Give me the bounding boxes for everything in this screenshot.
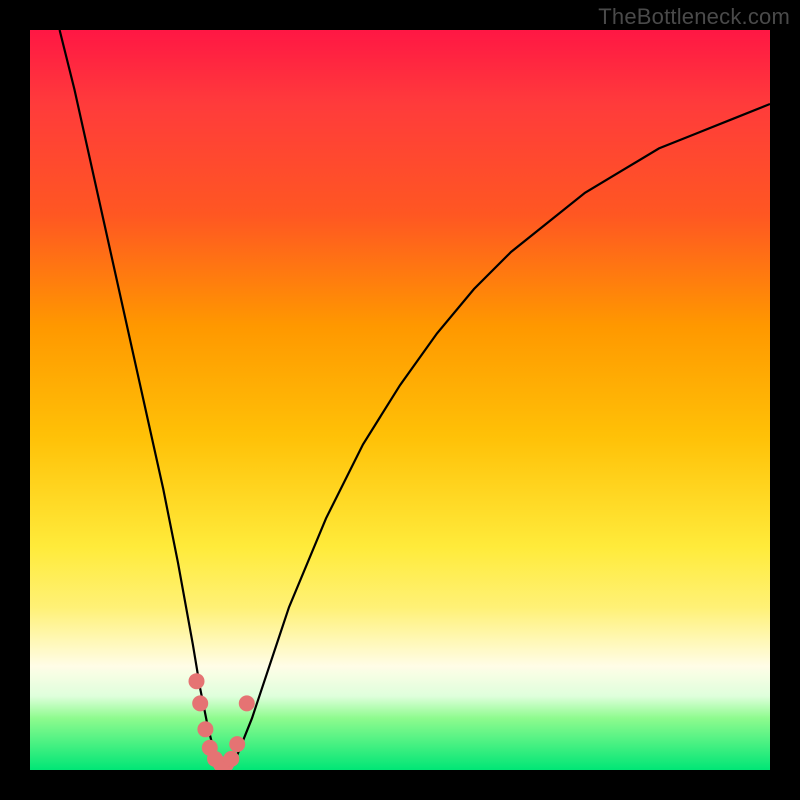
highlight-dot: [202, 740, 218, 756]
highlight-dot: [218, 756, 234, 770]
highlight-dot: [189, 673, 205, 689]
highlight-dot: [207, 751, 223, 767]
highlight-dot: [229, 736, 245, 752]
bottleneck-curve: [60, 30, 770, 770]
highlight-dot: [213, 756, 229, 770]
highlight-dot: [192, 695, 208, 711]
highlight-dot: [239, 695, 255, 711]
plot-area: [30, 30, 770, 770]
watermark-text: TheBottleneck.com: [598, 4, 790, 30]
highlight-dots: [189, 673, 255, 770]
curve-path: [60, 30, 770, 770]
highlight-dot: [197, 721, 213, 737]
chart-svg: [30, 30, 770, 770]
highlight-dot: [223, 751, 239, 767]
